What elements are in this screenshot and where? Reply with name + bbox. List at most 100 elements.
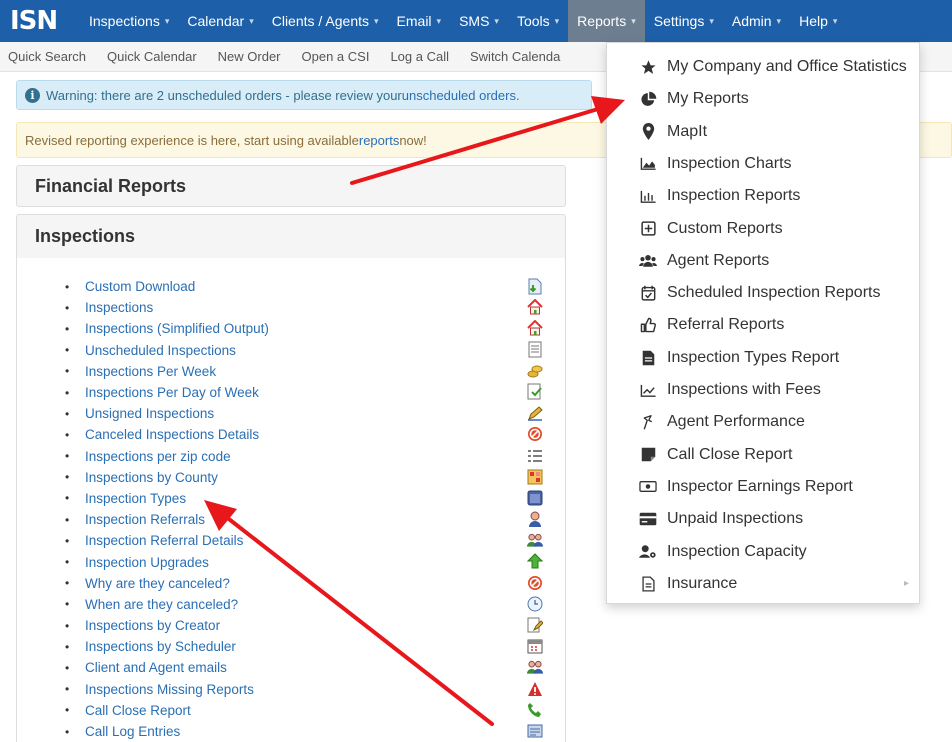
- calendar-icon[interactable]: [527, 638, 543, 654]
- report-link[interactable]: Client and Agent emails: [85, 660, 227, 675]
- people-icon[interactable]: [527, 659, 543, 675]
- nav-sms[interactable]: SMS ▾: [450, 0, 508, 42]
- menu-item-agent-reports[interactable]: Agent Reports: [607, 245, 919, 277]
- bullet: •: [65, 406, 70, 421]
- report-link[interactable]: Inspections: [85, 300, 153, 315]
- nav-admin[interactable]: Admin ▾: [723, 0, 790, 42]
- nav-help[interactable]: Help ▾: [790, 0, 846, 42]
- bullet: •: [65, 385, 70, 400]
- nav-label: Help: [799, 13, 828, 29]
- list-item: • Inspections Missing Reports: [65, 679, 269, 700]
- reports-dropdown-menu: My Company and Office Statistics My Repor…: [606, 42, 920, 604]
- menu-item-agent-performance[interactable]: Agent Performance: [607, 406, 919, 438]
- person-icon[interactable]: [527, 511, 543, 527]
- edit-doc-icon[interactable]: [527, 617, 543, 633]
- pen-icon[interactable]: [527, 405, 543, 421]
- toolbar-switch-calenda[interactable]: Switch Calenda: [470, 49, 560, 64]
- menu-item-unpaid-inspections[interactable]: Unpaid Inspections: [607, 503, 919, 535]
- menu-item-referral-reports[interactable]: Referral Reports: [607, 309, 919, 341]
- toolbar-quick-calendar[interactable]: Quick Calendar: [107, 49, 197, 64]
- nav-tools[interactable]: Tools ▾: [508, 0, 568, 42]
- bullet: •: [65, 618, 70, 633]
- clock-icon[interactable]: [527, 596, 543, 612]
- report-link[interactable]: Inspection Upgrades: [85, 555, 209, 570]
- report-link[interactable]: Inspection Types: [85, 491, 186, 506]
- numbered-list-icon[interactable]: [527, 448, 543, 464]
- nav-settings[interactable]: Settings ▾: [645, 0, 723, 42]
- menu-item-my-reports[interactable]: My Reports: [607, 83, 919, 115]
- report-link[interactable]: Inspections by Creator: [85, 618, 220, 633]
- report-link[interactable]: Inspections by County: [85, 470, 218, 485]
- report-link[interactable]: Unscheduled Inspections: [85, 343, 236, 358]
- report-link[interactable]: Custom Download: [85, 279, 195, 294]
- menu-item-inspection-types-report[interactable]: Inspection Types Report: [607, 342, 919, 374]
- report-link[interactable]: Inspection Referrals: [85, 512, 205, 527]
- house-icon[interactable]: [527, 320, 543, 336]
- menu-item-inspection-charts[interactable]: Inspection Charts: [607, 148, 919, 180]
- unscheduled-orders-link[interactable]: unscheduled orders.: [402, 88, 520, 103]
- bullet: •: [65, 449, 70, 464]
- report-link[interactable]: Call Close Report: [85, 703, 191, 718]
- report-link[interactable]: Unsigned Inspections: [85, 406, 214, 421]
- toolbar-quick-search[interactable]: Quick Search: [8, 49, 86, 64]
- report-link[interactable]: Inspection Referral Details: [85, 533, 243, 548]
- menu-item-label: Insurance: [667, 574, 738, 592]
- menu-item-inspector-earnings-report[interactable]: Inspector Earnings Report: [607, 471, 919, 503]
- check-doc-icon[interactable]: [527, 383, 543, 400]
- nav-inspections[interactable]: Inspections ▾: [80, 0, 178, 42]
- phone-icon[interactable]: [527, 702, 543, 718]
- caret-down-icon: ▾: [631, 15, 636, 26]
- menu-item-call-close-report[interactable]: Call Close Report: [607, 439, 919, 471]
- inspections-panel-heading[interactable]: Inspections: [16, 214, 566, 259]
- report-link[interactable]: Canceled Inspections Details: [85, 427, 259, 442]
- caret-down-icon: ▾: [494, 15, 499, 26]
- menu-item-custom-reports[interactable]: Custom Reports: [607, 213, 919, 245]
- report-link[interactable]: Inspections Per Day of Week: [85, 385, 259, 400]
- no-entry-icon[interactable]: [527, 575, 543, 591]
- window-icon[interactable]: [527, 490, 543, 506]
- nav-reports[interactable]: Reports ▾: [568, 0, 645, 42]
- menu-item-my-company-and-office-statistics[interactable]: My Company and Office Statistics: [607, 51, 919, 83]
- report-link[interactable]: Inspections (Simplified Output): [85, 321, 269, 336]
- menu-item-inspection-reports[interactable]: Inspection Reports: [607, 180, 919, 212]
- toolbar-open-a-csi[interactable]: Open a CSI: [302, 49, 370, 64]
- menu-item-inspection-capacity[interactable]: Inspection Capacity: [607, 536, 919, 568]
- menu-item-label: Custom Reports: [667, 219, 783, 237]
- report-link[interactable]: Inspections Per Week: [85, 364, 216, 379]
- report-link[interactable]: Inspections by Scheduler: [85, 639, 236, 654]
- menu-item-label: MapIt: [667, 122, 708, 140]
- financial-reports-panel-heading[interactable]: Financial Reports: [16, 165, 566, 207]
- download-doc-icon[interactable]: [527, 278, 543, 294]
- house-icon[interactable]: [527, 299, 543, 315]
- report-link[interactable]: Inspections per zip code: [85, 449, 231, 464]
- people-icon[interactable]: [527, 532, 543, 548]
- nav-email[interactable]: Email ▾: [388, 0, 451, 42]
- menu-item-mapit[interactable]: MapIt: [607, 116, 919, 148]
- nav-clients-agents[interactable]: Clients / Agents ▾: [263, 0, 388, 42]
- list-doc-icon[interactable]: [527, 341, 543, 358]
- reports-link[interactable]: reports: [359, 133, 399, 148]
- menu-item-scheduled-inspection-reports[interactable]: Scheduled Inspection Reports: [607, 277, 919, 309]
- nav-label: Calendar: [187, 13, 245, 29]
- caret-down-icon: ▾: [709, 15, 714, 26]
- nav-calendar[interactable]: Calendar ▾: [178, 0, 262, 42]
- file-text-icon: [639, 575, 657, 593]
- menu-item-insurance[interactable]: Insurance ▸: [607, 568, 919, 600]
- toolbar-new-order[interactable]: New Order: [218, 49, 281, 64]
- toolbar-log-a-call[interactable]: Log a Call: [390, 49, 449, 64]
- menu-item-label: Inspections with Fees: [667, 381, 821, 398]
- report-link[interactable]: Call Log Entries: [85, 724, 180, 739]
- list-item: • Inspections per zip code: [65, 446, 269, 467]
- list-item: • Custom Download: [65, 276, 269, 297]
- menu-item-inspections-with-fees[interactable]: Inspections with Fees: [607, 374, 919, 406]
- coins-icon[interactable]: [527, 363, 543, 379]
- log-icon[interactable]: [527, 723, 543, 739]
- no-entry-icon[interactable]: [527, 426, 543, 442]
- report-link[interactable]: When are they canceled?: [85, 597, 238, 612]
- map-grid-icon[interactable]: [527, 469, 543, 485]
- up-arrow-icon[interactable]: [527, 553, 543, 569]
- report-link[interactable]: Why are they canceled?: [85, 576, 230, 591]
- report-link[interactable]: Inspections Missing Reports: [85, 682, 254, 697]
- warning-icon[interactable]: [527, 681, 543, 697]
- isn-logo[interactable]: ISN: [0, 0, 80, 42]
